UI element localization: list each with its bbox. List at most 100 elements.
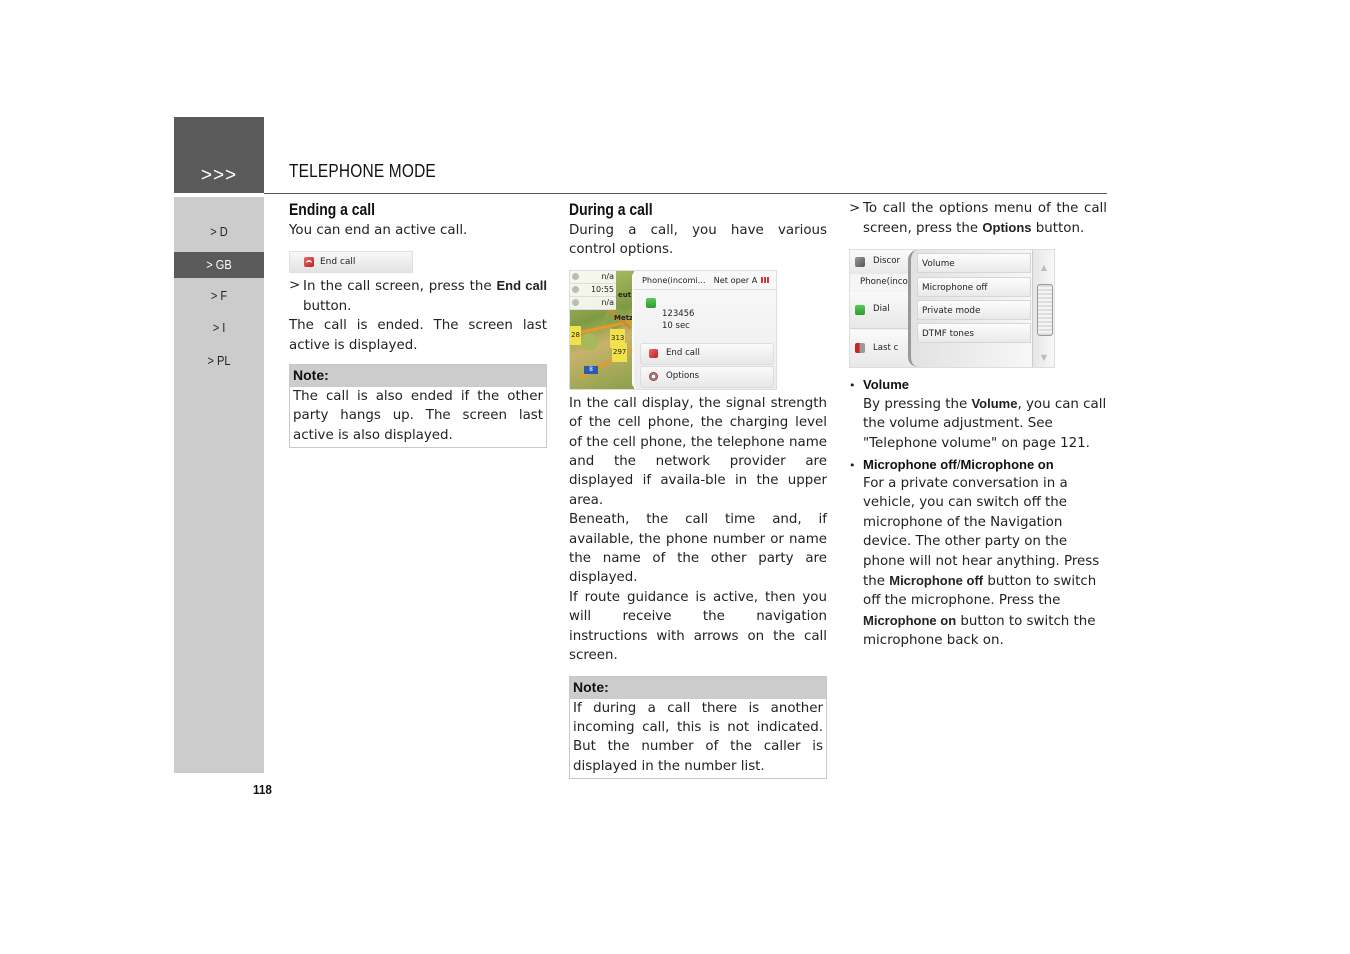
instruction-step: > To call the options menu of the call s… [849,199,1107,239]
disconnect-button[interactable]: Discor [850,249,912,275]
ui-term-volume: Volume [971,395,1018,411]
phone-icon [646,297,656,308]
dial-icon [855,304,865,315]
map-road-sign: 8 [584,365,598,374]
ui-term-end-call: End call [496,278,548,294]
end-call-button[interactable]: End call [640,342,774,365]
ui-term-microphone-on: Microphone on [863,612,957,628]
lang-tab-d[interactable]: > D [181,219,258,245]
instruction-step: > In the call screen, press the End call… [289,276,547,316]
call-screen-screenshot: 313 297 28 Metz eut 8 n/a 10:55 n/a Phon… [569,269,777,390]
intro-text: You can end an active call. [289,223,468,238]
map-label: 297 [612,342,628,363]
scroll-down-icon[interactable]: ▼ [1033,348,1054,367]
bullet-title: Microphone off/Microphone on [863,456,1107,474]
options-menu: Volume Microphone off Private mode DTMF … [908,249,1033,367]
menu-item-microphone-off[interactable]: Microphone off [917,276,1031,297]
options-menu-screenshot: Discor Phone(inco Dial Last c Volume Mic… [849,248,1055,368]
step-marker: > [849,201,861,216]
options-button[interactable]: Options [640,365,774,388]
button-label: Options [666,371,700,382]
result-text: The call is ended. The screen last activ… [289,318,547,353]
dial-button[interactable]: Dial [850,291,912,329]
menu-item-volume[interactable]: Volume [917,252,1031,273]
phone-label: Phone(incomi... [642,274,706,285]
disconnect-icon [855,256,865,267]
status-table: n/a 10:55 n/a [570,270,616,310]
call-duration: 10 sec [662,320,690,331]
title-part: Microphone on [960,457,1054,473]
lang-tab-i[interactable]: > I [181,315,258,341]
end-call-icon [304,257,314,268]
battery-icon [572,298,579,306]
lang-label: > GB [206,257,232,272]
button-label: End call [666,348,700,359]
call-panel: Phone(incomi... Net oper A 123456 10 sec … [632,270,776,389]
ui-term-microphone-off: Microphone off [889,573,984,589]
lang-label: > PL [207,353,231,368]
lang-label: > F [210,288,228,303]
section-during-call: During a call During a call, you have va… [569,199,827,780]
section-options: > To call the options menu of the call s… [849,199,1107,651]
step-text: button. [1031,221,1085,237]
note-title: Note: [570,676,826,699]
page-number: 118 [253,782,272,797]
step-text: In the call screen, press the [303,279,497,295]
chapter-title: TELEPHONE MODE [289,161,436,181]
bullet-microphone: • Microphone off/Microphone on For a pri… [849,456,1107,651]
paragraph: If route guidance is active, then you wi… [569,589,827,664]
signal-bars-icon [761,276,770,283]
bullet-title: Volume [863,376,909,392]
lang-tab-gb[interactable]: > GB [174,252,264,278]
map-label: Metz [614,313,634,322]
bullet-dot-icon: • [849,459,856,473]
button-label: Discor [873,256,900,267]
options-icon [649,372,658,382]
map-thumbnail: 313 297 28 Metz eut 8 n/a 10:55 n/a [570,270,639,389]
note-body: The call is also ended if the other part… [293,389,543,443]
last-calls-button[interactable]: Last c [850,329,912,367]
note-title: Note: [290,365,546,388]
menu-scrollbar[interactable]: ▲ ▼ [1032,249,1054,367]
chapter-tab: >>> [174,117,264,193]
last-calls-icon [855,343,865,354]
scroll-thumb[interactable] [1037,283,1053,336]
menu-item-private-mode[interactable]: Private mode [917,299,1031,320]
paragraph: In the call display, the signal strength… [569,395,827,508]
clock-icon [572,285,579,293]
bullet-text: By pressing the [863,396,972,412]
note-box: Note: The call is also ended if the othe… [289,364,547,449]
caller-number: 123456 [662,308,695,319]
phone-label-row: Phone(inco [850,273,912,293]
note-body: If during a call there is another incomi… [573,700,823,774]
map-label: 28 [570,325,581,346]
signal-value: n/a [601,271,614,281]
menu-item-dtmf-tones[interactable]: DTMF tones [917,322,1031,343]
scroll-up-icon[interactable]: ▲ [1033,258,1054,277]
language-sidebar: > D > GB > F > I > PL [174,197,264,773]
signal-icon [572,272,579,280]
chapter-chevrons: >>> [200,165,238,186]
step-marker: > [289,278,301,294]
end-call-image-label: End call [320,256,356,267]
lang-tab-pl[interactable]: > PL [181,348,258,374]
bullet-volume: • Volume By pressing the Volume, you can… [849,376,1107,453]
section-ending-call: Ending a call You can end an active call… [289,199,547,449]
phone-label: Phone(inco [860,277,908,288]
battery-value: n/a [601,297,614,307]
title-part: Microphone off [863,457,957,473]
lang-label: > I [212,320,226,335]
button-label: Last c [873,342,899,353]
call-screen-behind: Discor Phone(inco Dial Last c [850,249,912,367]
end-call-icon [649,349,658,359]
section-heading: Ending a call [289,200,375,219]
intro-text: During a call, you have various control … [569,223,827,258]
section-heading: During a call [569,200,653,219]
lang-tab-f[interactable]: > F [181,283,258,309]
end-call-button-image: End call [289,251,413,274]
bullet-dot-icon: • [849,378,856,392]
note-box: Note: If during a call there is another … [569,675,827,780]
time-value: 10:55 [590,284,614,294]
step-text: button. [303,298,352,314]
paragraph: Beneath, the call time and, if available… [569,512,827,586]
